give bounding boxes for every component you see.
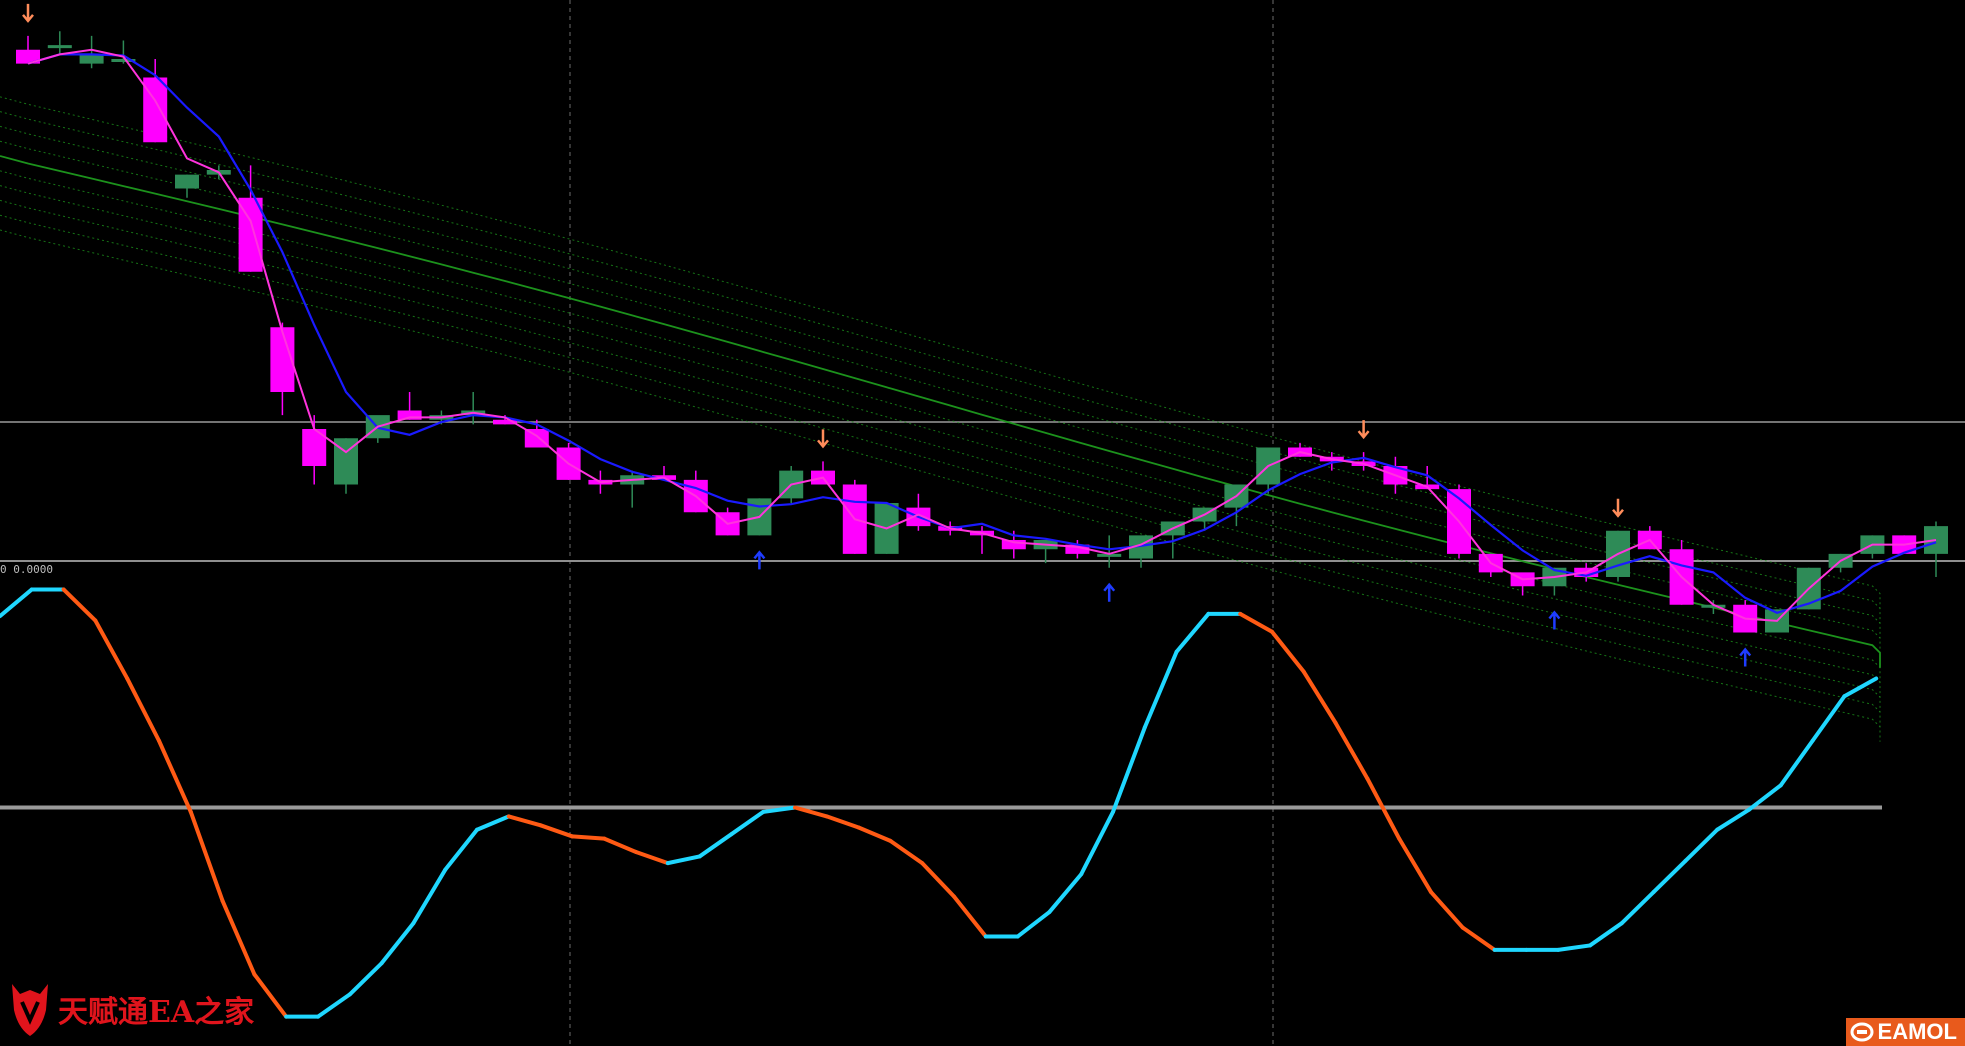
envelope-band-line	[0, 199, 1881, 713]
watermark-text: 天赋通EA之家	[58, 995, 255, 1030]
envelope-band-line	[0, 214, 1881, 727]
oscillator-falling-segment	[157, 738, 193, 814]
oscillator-rising-segment	[1142, 649, 1179, 730]
chart-area	[0, 0, 1965, 1046]
oscillator-falling-segment	[1238, 611, 1274, 634]
oscillator-falling-segment	[888, 838, 925, 866]
candle-bearish	[143, 77, 168, 143]
oscillator-falling-segment	[538, 823, 575, 839]
oscillator-rising-segment	[1015, 910, 1052, 939]
oscillator-falling-segment	[570, 834, 607, 841]
oscillator-rising-segment	[1174, 611, 1211, 654]
oscillator-falling-segment	[824, 814, 861, 830]
oscillator-rising-segment	[411, 867, 448, 926]
buy-arrow-icon	[1739, 647, 1752, 667]
sell-arrow-icon	[1612, 498, 1624, 518]
envelope-band-line	[0, 170, 1881, 683]
oscillator-rising-segment	[347, 961, 384, 997]
brand-badge: EAMOL	[1845, 1018, 1965, 1046]
oscillator-rising-segment	[1651, 858, 1688, 895]
oscillator-falling-segment	[602, 836, 638, 854]
oscillator-rising-segment	[1047, 872, 1084, 915]
sell-arrow-icon	[817, 429, 829, 449]
oscillator-falling-segment	[188, 809, 225, 903]
oscillator-rising-segment	[665, 854, 702, 866]
oscillator-falling-segment	[1429, 890, 1465, 930]
oscillator-rising-segment	[443, 827, 479, 872]
brand-logo-icon	[1850, 1022, 1874, 1042]
shield-logo-icon	[12, 984, 48, 1036]
oscillator-falling-segment	[220, 898, 257, 977]
brand-badge-text: EAMOL	[1877, 1019, 1957, 1044]
envelope-band-line	[0, 185, 1881, 698]
oscillator-falling-segment	[634, 850, 670, 866]
oscillator-rising-segment	[0, 587, 34, 619]
oscillator-falling-segment	[252, 972, 289, 1019]
oscillator-rising-segment	[1778, 738, 1815, 788]
envelope-band-line	[0, 229, 1881, 742]
candle-bullish	[47, 45, 72, 49]
oscillator-rising-segment	[475, 814, 511, 832]
oscillator-falling-segment	[506, 814, 543, 828]
oscillator-rising-segment	[379, 921, 416, 966]
oscillator-falling-segment	[856, 825, 893, 843]
oscillator-falling-segment	[920, 861, 956, 899]
oscillator-rising-segment	[697, 832, 734, 859]
oscillator-rising-segment	[1715, 807, 1751, 832]
oscillator-rising-segment	[1588, 921, 1624, 948]
oscillator-falling-segment	[1460, 925, 1497, 952]
oscillator-falling-segment	[1333, 720, 1370, 781]
oscillator-rising-segment	[729, 809, 766, 837]
oscillator-falling-segment	[125, 676, 161, 743]
oscillator-falling-segment	[1397, 836, 1433, 895]
buy-arrow-icon	[1103, 582, 1116, 602]
candle-bullish	[175, 174, 199, 189]
watermark: 天赋通EA之家	[8, 980, 254, 1038]
oscillator-rising-segment	[1810, 694, 1847, 743]
oscillator-rising-segment	[1556, 943, 1592, 952]
oscillator-falling-segment	[952, 894, 988, 939]
oscillator-rising-segment	[1619, 890, 1656, 926]
oscillator-rising-segment	[1111, 725, 1147, 814]
oscillator-rising-segment	[1842, 676, 1879, 699]
oscillator-rising-segment	[1079, 809, 1115, 877]
sell-arrow-icon	[22, 3, 34, 23]
oscillator-rising-segment	[316, 992, 352, 1019]
oscillator-falling-segment	[1270, 629, 1306, 674]
oscillator-label: 0 0.0000	[0, 563, 53, 576]
oscillator-falling-segment	[1301, 669, 1338, 725]
oscillator-falling-segment	[93, 618, 130, 681]
oscillator-rising-segment	[1683, 827, 1720, 863]
oscillator-falling-segment	[61, 587, 98, 623]
buy-arrow-icon	[1548, 610, 1561, 630]
